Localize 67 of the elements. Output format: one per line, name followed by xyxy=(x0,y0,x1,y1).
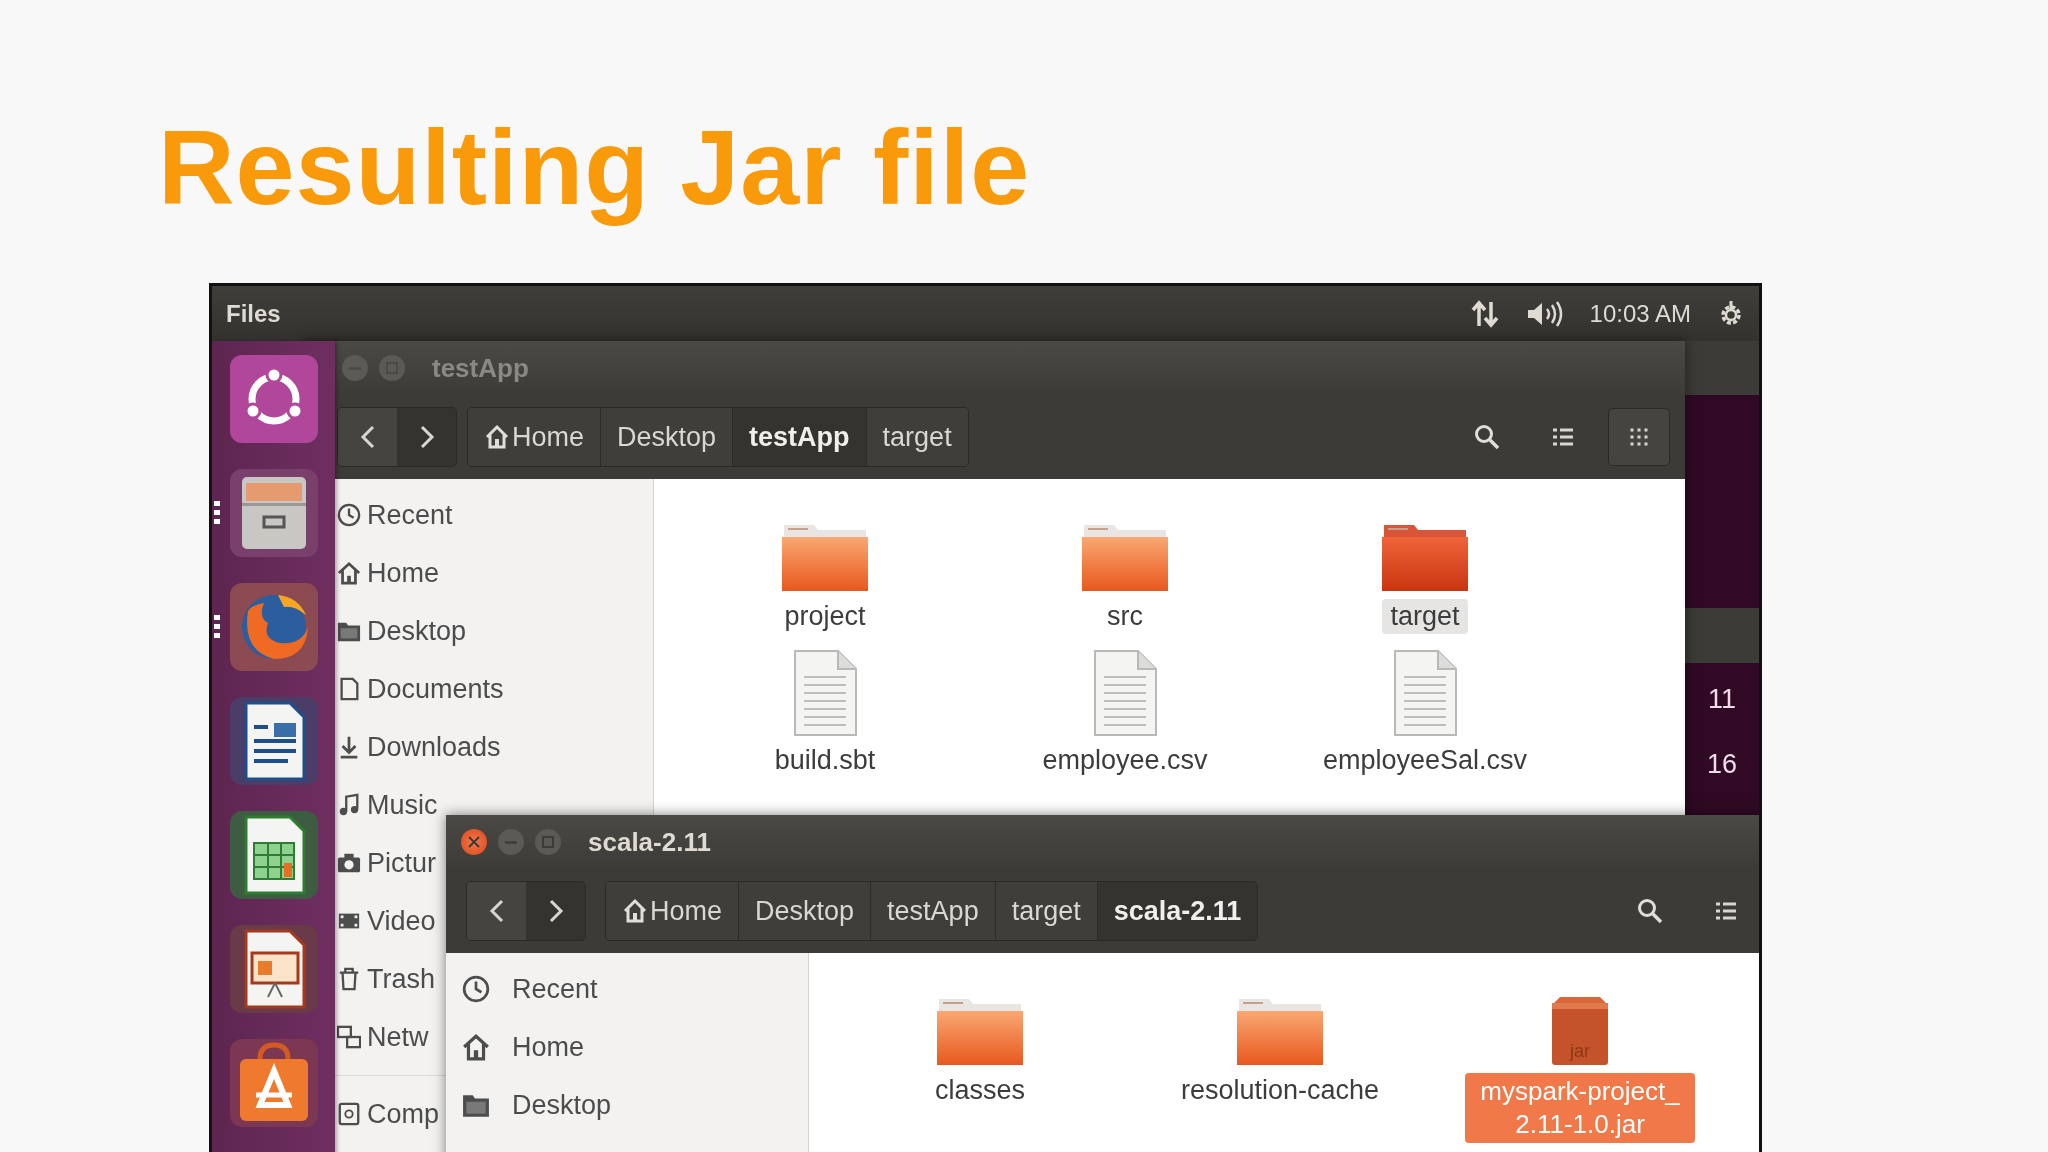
grid-view-button[interactable] xyxy=(1608,408,1670,467)
globe-icon[interactable] xyxy=(228,581,320,674)
spreadsheet-icon[interactable] xyxy=(228,809,320,902)
file-name[interactable]: build.sbt xyxy=(766,743,884,779)
home-icon xyxy=(484,424,510,451)
close-icon xyxy=(468,836,480,849)
file-name[interactable]: classes xyxy=(927,1073,1033,1109)
grid-icon xyxy=(1629,427,1649,448)
sidebar-item[interactable]: Home xyxy=(337,544,440,603)
ring-logo-icon[interactable] xyxy=(228,353,320,446)
clock-icon xyxy=(462,975,490,1004)
network-icon xyxy=(337,1025,361,1050)
search-icon xyxy=(1474,424,1500,451)
file-name[interactable]: resolution-cache xyxy=(1172,1073,1388,1109)
breadcrumb-button[interactable]: Home xyxy=(606,882,740,941)
sidebar-item[interactable]: Downloads xyxy=(337,718,501,777)
file-name[interactable]: target xyxy=(1382,599,1468,635)
app-name: Files xyxy=(226,299,281,328)
home-icon xyxy=(462,1033,490,1062)
list-icon xyxy=(1715,901,1737,922)
maximize-icon xyxy=(542,836,554,849)
network-arrows-icon[interactable] xyxy=(1469,299,1500,328)
file-name[interactable]: src xyxy=(1099,599,1151,635)
sidebar-item[interactable]: Recent xyxy=(337,486,453,545)
close-button[interactable] xyxy=(461,829,487,856)
sidebar-item[interactable]: Recent xyxy=(446,960,598,1019)
speaker-icon[interactable] xyxy=(1525,299,1564,328)
file-type-label: jar xyxy=(1568,1041,1591,1062)
back-button[interactable] xyxy=(467,882,526,941)
window-title: testApp xyxy=(432,352,529,384)
file-name[interactable]: employeeSal.csv xyxy=(1314,743,1536,779)
forward-button[interactable] xyxy=(526,882,585,941)
file-name[interactable]: employee.csv xyxy=(1034,743,1216,779)
sidebar-item[interactable]: Video xyxy=(337,892,436,951)
drive-icon xyxy=(337,1102,361,1127)
sidebar-item[interactable]: Comp xyxy=(337,1085,440,1144)
list-icon xyxy=(1552,427,1574,448)
sidebar-item[interactable]: Documents xyxy=(337,660,504,719)
terminal-text: 11 xyxy=(1708,683,1736,717)
forward-button[interactable] xyxy=(397,408,456,467)
music-note-icon xyxy=(337,793,361,818)
back-button[interactable] xyxy=(338,408,397,467)
sidebar-item[interactable]: Trash xyxy=(337,950,435,1009)
file-cabinet-icon[interactable] xyxy=(228,467,320,560)
home-icon xyxy=(337,561,361,586)
clock-icon xyxy=(337,503,361,528)
file-name[interactable]: project xyxy=(776,599,874,635)
breadcrumb-button[interactable]: scala-2.11 xyxy=(1097,882,1258,941)
breadcrumb-button[interactable]: testApp xyxy=(733,408,867,467)
sidebar-item[interactable]: Home xyxy=(446,1018,585,1077)
terminal-text: 16 xyxy=(1706,748,1737,782)
presentation-icon[interactable] xyxy=(228,923,320,1016)
sidebar-item[interactable]: Pictur xyxy=(337,834,437,893)
trash-icon xyxy=(337,967,361,992)
search-icon xyxy=(1637,898,1663,925)
window-title: scala-2.11 xyxy=(588,826,711,858)
home-icon xyxy=(622,898,648,925)
sidebar-item[interactable]: Desktop xyxy=(446,1076,612,1135)
document-icon xyxy=(337,677,361,702)
document-icon[interactable] xyxy=(228,695,320,788)
sidebar-item[interactable]: Music xyxy=(337,776,438,835)
breadcrumb-button[interactable]: Home xyxy=(468,408,602,467)
clock[interactable]: 10:03 AM xyxy=(1589,299,1691,328)
sidebar-item[interactable]: Desktop xyxy=(337,602,467,661)
sidebar-item[interactable]: Netw xyxy=(337,1008,429,1067)
slide-title: Resulting Jar file xyxy=(158,107,1031,228)
shopping-bag-icon[interactable] xyxy=(228,1037,320,1130)
